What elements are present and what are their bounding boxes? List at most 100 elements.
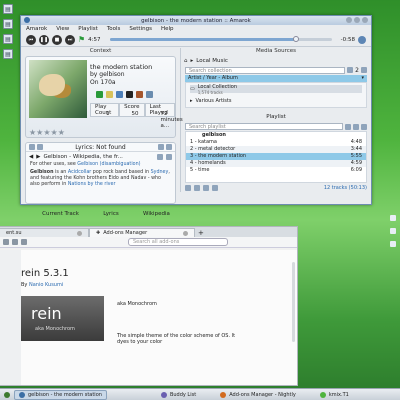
task-addons[interactable]: Add-ons Manager - Nightly	[216, 390, 300, 400]
collection-filter[interactable]: Artist / Year - Album ▾	[185, 75, 367, 82]
tag-icon[interactable]	[146, 91, 153, 98]
desktop-widget-icon[interactable]	[390, 241, 396, 247]
playlist-row[interactable]: 4 - homelands 4:59	[186, 160, 366, 167]
amarok-titlebar[interactable]: gelbison - the modern station :: Amarok	[21, 16, 371, 25]
close-tab-icon[interactable]	[183, 230, 188, 236]
guitar-icon[interactable]	[136, 91, 143, 98]
tab-addons-manager[interactable]: ✚ Add-ons Manager	[89, 228, 195, 237]
wiki-back-icon[interactable]: ◀	[29, 154, 33, 160]
forward-icon[interactable]	[12, 239, 18, 245]
progress-slider[interactable]	[109, 36, 332, 42]
redo-icon[interactable]	[212, 185, 218, 191]
stop-button[interactable]: ■	[52, 34, 62, 45]
addons-search-input[interactable]: Search all add-ons	[128, 238, 228, 246]
task-kmix[interactable]: kmix.T1	[316, 390, 353, 400]
close-tab-icon[interactable]	[77, 230, 82, 236]
spinbox-value[interactable]: 2	[355, 67, 359, 74]
playlist-row[interactable]: 5 - time 6:09	[186, 167, 366, 174]
menu-view[interactable]: View	[56, 26, 69, 32]
wiki-link-city[interactable]: Sydney	[151, 170, 169, 175]
close-button[interactable]	[362, 17, 368, 23]
desktop-folder-icon[interactable]: ▤	[3, 19, 13, 29]
tools-icon[interactable]	[21, 239, 27, 245]
collection-menu-icon[interactable]	[361, 67, 367, 73]
back-icon[interactable]	[3, 239, 9, 245]
desktop-widget-icon[interactable]	[390, 228, 396, 234]
menu-settings[interactable]: Settings	[129, 26, 152, 32]
desktop-widget-icon[interactable]	[390, 215, 396, 221]
next-button[interactable]: ⏭	[65, 34, 75, 45]
tree-item-local-collection[interactable]: ▭ Local Collection 1,574 tracks	[190, 84, 362, 95]
desktop-folder-icon[interactable]: ▤	[3, 49, 13, 59]
playlist-row[interactable]: 3 - the modern station 5:55	[186, 153, 366, 160]
flag-icon[interactable]: ⚑	[78, 35, 85, 44]
collection-search-input[interactable]: Search collection	[185, 66, 346, 74]
menu-playlist[interactable]: Playlist	[78, 26, 98, 32]
wiki-reload-icon[interactable]	[157, 153, 163, 160]
addons-category-sidebar	[0, 250, 21, 385]
search-options-icon[interactable]	[347, 67, 354, 73]
context-header: Context	[89, 48, 112, 54]
author-label: By	[21, 282, 28, 288]
edit-icon[interactable]	[106, 91, 113, 98]
new-tab-button[interactable]: +	[195, 229, 207, 237]
wiki-link-band[interactable]: Nations by the river	[68, 182, 116, 187]
lyrics-header: Lyrics: Not found	[26, 143, 175, 152]
start-menu-button[interactable]	[0, 390, 14, 400]
tab-ent[interactable]: ent.su	[0, 228, 89, 237]
wiki-link-genre[interactable]: Acidcollar	[68, 170, 91, 175]
tab-current-track[interactable]: Current Track	[42, 211, 79, 217]
save-playlist-icon[interactable]	[194, 185, 200, 191]
task-buddy-list[interactable]: Buddy List	[157, 390, 200, 400]
tree-item-various-artists[interactable]: ▸ Various Artists	[190, 97, 362, 105]
maximize-button[interactable]	[354, 17, 360, 23]
scrollbar[interactable]	[292, 262, 295, 342]
crumb-local-music[interactable]: Local Music	[196, 58, 228, 64]
playlist-group-header[interactable]: gelbison	[186, 132, 366, 139]
flag-action-icon[interactable]	[96, 91, 103, 98]
addons-toolbar: Search all add-ons	[0, 237, 297, 248]
playlist-row-title: 4 - homelands	[190, 160, 226, 166]
progress-knob[interactable]	[293, 36, 300, 42]
play-pause-button[interactable]: ❚❚	[39, 34, 49, 45]
previous-button[interactable]: ⏮	[26, 34, 36, 45]
wiki-forward-icon[interactable]: ▶	[36, 154, 40, 160]
playlist-footer: 12 tracks (50:13)	[181, 183, 371, 193]
menu-tools[interactable]: Tools	[107, 26, 121, 32]
author-link[interactable]: Nanio Kusumi	[29, 282, 63, 288]
lyrics-settings-icon[interactable]	[166, 144, 172, 150]
menu-amarok[interactable]: Amarok	[26, 26, 47, 32]
album-cover[interactable]	[29, 60, 87, 118]
task-label: kmix.T1	[328, 391, 349, 398]
user-icon[interactable]	[126, 91, 133, 98]
wiki-disamb-link[interactable]: Gelbison (disambiguation)	[77, 162, 140, 167]
rating-stars[interactable]: ★★★★★	[29, 128, 65, 137]
lyrics-edit-icon[interactable]	[29, 144, 35, 150]
playlist-row[interactable]: 1 - katama 4:48	[186, 139, 366, 146]
wiki-title: Gelbison - Wikipedia, the fr...	[43, 153, 123, 160]
lyrics-save-icon[interactable]	[37, 144, 43, 150]
playlist-sort-icon[interactable]	[361, 123, 367, 130]
playlist-prev-icon[interactable]	[345, 123, 351, 130]
preview-subtitle: aka Monochrom	[35, 326, 75, 332]
clear-playlist-icon[interactable]	[185, 185, 191, 191]
minimize-button[interactable]	[346, 17, 352, 23]
home-icon[interactable]: ⌂	[184, 58, 188, 64]
menu-help[interactable]: Help	[161, 26, 174, 32]
tab-wikipedia[interactable]: Wikipedia	[143, 211, 170, 217]
lyrics-reload-icon[interactable]	[158, 144, 164, 150]
wiki-settings-icon[interactable]	[166, 153, 172, 160]
expand-arrow-icon[interactable]: ▸	[190, 98, 193, 104]
desktop-folder-icon[interactable]: ▤	[3, 4, 13, 14]
undo-icon[interactable]	[203, 185, 209, 191]
playlist-row[interactable]: 2 - metal detector 3:44	[186, 146, 366, 153]
tab-lyrics[interactable]: Lyrics	[103, 211, 119, 217]
info-icon[interactable]	[116, 91, 123, 98]
desktop-folder-icon[interactable]: ▤	[3, 34, 13, 44]
playlist-search-input[interactable]: Search playlist	[185, 123, 343, 130]
task-amarok[interactable]: gelbison - the modern station	[14, 389, 107, 400]
progress-fill	[109, 38, 297, 41]
current-track-applet: the modern station by gelbison On 170a P…	[25, 56, 183, 138]
playlist-next-icon[interactable]	[353, 123, 359, 130]
volume-icon[interactable]	[358, 35, 366, 44]
